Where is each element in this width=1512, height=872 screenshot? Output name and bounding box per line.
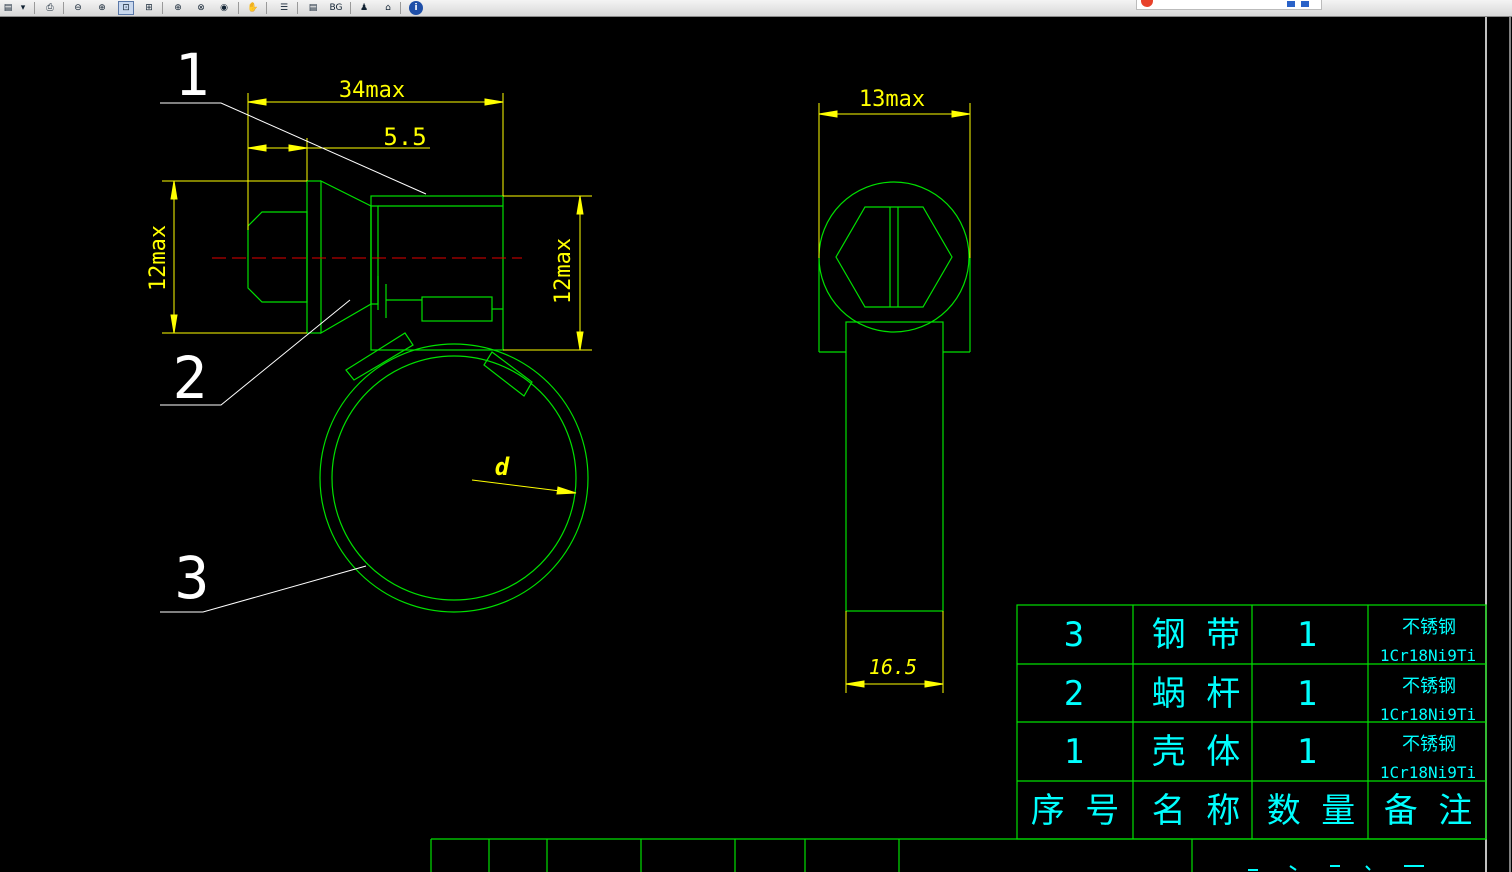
properties-icon[interactable]: ▤ — [305, 1, 321, 15]
housing-taper — [320, 180, 372, 335]
bom-grade-1: 1Cr18Ni9Ti — [1380, 763, 1476, 782]
bom-material-1: 不锈钢 — [1402, 734, 1456, 755]
bom-no-2: 2 — [1064, 674, 1084, 714]
zoom-all-icon[interactable]: ⊞ — [141, 1, 157, 15]
print-icon[interactable]: ⎙ — [42, 1, 58, 15]
band-outer-circle — [319, 343, 589, 613]
arrowhead — [576, 331, 584, 351]
toolbar-separator — [297, 2, 298, 14]
bom-name-3: 钢 带 — [1152, 615, 1240, 655]
arrowhead — [288, 144, 308, 152]
bom-material-2: 不锈钢 — [1402, 676, 1456, 697]
bom-header-qty: 数 量 — [1267, 791, 1355, 831]
toolbar-separator — [238, 2, 239, 14]
arrowhead — [170, 314, 178, 334]
housing-front-view — [247, 180, 504, 351]
arrowhead — [924, 680, 944, 688]
bom-material-3: 不锈钢 — [1402, 617, 1456, 638]
dim-diameter: d — [495, 453, 510, 481]
input-method-icon — [1141, 0, 1153, 7]
users-icon[interactable]: ♟ — [356, 1, 372, 15]
zoom-out-icon[interactable]: ⊖ — [70, 1, 86, 15]
screw-head — [247, 211, 308, 303]
dim-34max: 34max — [339, 78, 405, 103]
arrowhead — [170, 180, 178, 200]
housing-side-view — [818, 181, 971, 612]
settings-icon — [1301, 1, 1309, 7]
screw-head-circle — [818, 181, 970, 333]
bom-table-grid — [430, 604, 1487, 872]
dim-12max-left: 12max — [146, 225, 171, 291]
zoom-window-icon[interactable]: ⊡ — [118, 1, 134, 15]
toolbar: ▤ ▾ ⎙ ⊖ ⊕ ⊡ ⊞ ⊕ ⊗ ◉ ✋ ☰ ▤ BG ♟ ⌂ i — [0, 0, 1512, 17]
layers-icon[interactable]: ☰ — [276, 1, 292, 15]
worm-body — [421, 296, 493, 322]
bom-qty-1: 1 — [1297, 732, 1317, 772]
bom-header-no: 序 号 — [1031, 791, 1119, 831]
arrowhead — [556, 486, 577, 495]
bom-qty-2: 1 — [1297, 674, 1317, 714]
arrowhead — [845, 680, 865, 688]
bom-header-note: 备 注 — [1384, 791, 1472, 831]
bom-qty-3: 1 — [1297, 615, 1317, 655]
info-icon[interactable]: i — [409, 1, 423, 15]
bom-grade-2: 1Cr18Ni9Ti — [1380, 705, 1476, 724]
arrowhead — [484, 98, 504, 106]
band-side-view — [845, 321, 944, 612]
keyboard-icon — [1287, 1, 1295, 7]
dimensions-left-view — [162, 93, 592, 495]
chevron-down-icon[interactable]: ▾ — [16, 1, 30, 15]
home-icon[interactable]: ⌂ — [380, 1, 396, 15]
arrowhead — [247, 98, 267, 106]
zoom-previous-icon[interactable]: ⊗ — [193, 1, 209, 15]
dim-16-5: 16.5 — [869, 655, 917, 679]
leader-label-3: 3 — [175, 544, 210, 612]
toolbar-separator — [34, 2, 35, 14]
toolbar-separator — [266, 2, 267, 14]
housing-body — [370, 195, 504, 351]
leader-label-1: 1 — [175, 41, 210, 109]
bom-name-2: 蜗 杆 — [1152, 674, 1240, 714]
band-latch-left — [345, 332, 414, 381]
arrowhead — [576, 195, 584, 215]
bom-no-1: 1 — [1064, 732, 1084, 772]
arrowhead — [247, 144, 267, 152]
background-button[interactable]: BG — [326, 1, 346, 15]
bom-table-text: 3 钢 带 1 不锈钢 1Cr18Ni9Ti 2 蜗 杆 1 不锈钢 1Cr18… — [1031, 615, 1476, 831]
dim-12max-right: 12max — [551, 238, 576, 304]
view-eye-icon[interactable]: ◉ — [216, 1, 232, 15]
zoom-in-icon[interactable]: ⊕ — [94, 1, 110, 15]
band-latch-right — [483, 351, 533, 397]
toolbar-separator — [162, 2, 163, 14]
cad-drawing-canvas[interactable]: 34max 5.5 12max 12max d 1 2 3 13max 16.5 — [0, 17, 1512, 872]
toolbar-separator — [400, 2, 401, 14]
title-text-fragment — [1248, 865, 1424, 871]
bom-grade-3: 1Cr18Ni9Ti — [1380, 646, 1476, 665]
title-text-cropped — [1248, 865, 1424, 871]
steel-band — [319, 332, 589, 613]
arrowhead — [818, 110, 838, 118]
toolbar-separator — [350, 2, 351, 14]
hex-head — [835, 206, 953, 308]
pan-icon[interactable]: ✋ — [245, 1, 261, 15]
dimensions-right-view — [818, 103, 971, 693]
dim-13max: 13max — [859, 87, 925, 112]
dim-5-5: 5.5 — [383, 123, 426, 151]
housing-collar — [370, 205, 379, 305]
bom-no-3: 3 — [1064, 615, 1084, 655]
bom-name-1: 壳 体 — [1152, 732, 1240, 772]
bom-header-name: 名 称 — [1152, 791, 1240, 831]
menu-icon[interactable]: ▤ — [0, 1, 16, 15]
toolbar-separator — [63, 2, 64, 14]
arrowhead — [951, 110, 971, 118]
band-inner-circle — [331, 355, 577, 601]
zoom-realtime-icon[interactable]: ⊕ — [170, 1, 186, 15]
leader-label-2: 2 — [173, 344, 208, 412]
floating-input-bar[interactable] — [1136, 0, 1322, 10]
